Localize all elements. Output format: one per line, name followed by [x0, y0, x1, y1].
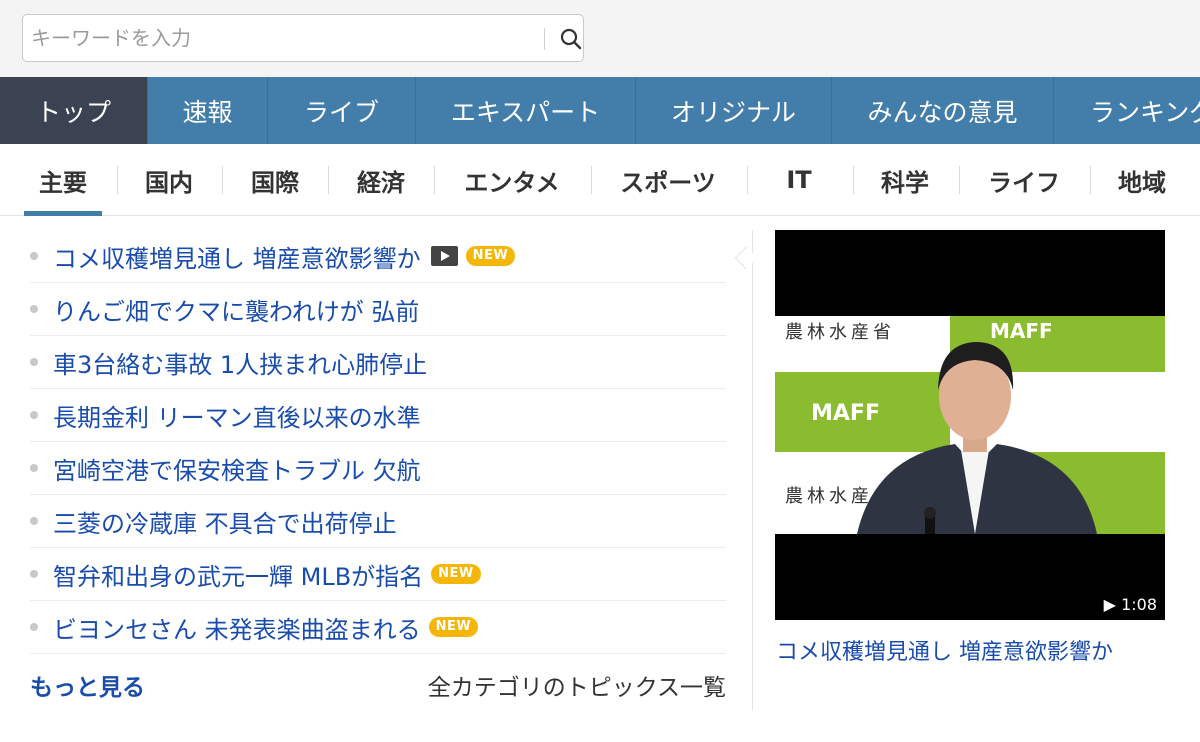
new-badge: NEW — [465, 246, 516, 266]
nav-tab-breaking[interactable]: 速報 — [148, 77, 268, 144]
backdrop-logo: MAFF — [990, 319, 1053, 343]
selection-pointer — [734, 246, 758, 270]
topic-title[interactable]: 宮崎空港で保安検査トラブル 欠航 — [53, 451, 421, 486]
bullet-icon — [30, 411, 38, 419]
category-separator — [328, 166, 329, 194]
category-tab-main[interactable]: 主要 — [24, 144, 102, 216]
bullet-icon — [30, 570, 38, 578]
video-thumbnail: 農林水産省 MAFF MAFF 農林水産省 — [775, 316, 1165, 534]
search-icon — [560, 28, 582, 50]
search-button[interactable] — [553, 21, 587, 55]
topic-item[interactable]: 長期金利 リーマン直後以来の水準 — [30, 389, 726, 442]
nav-tab-top[interactable]: トップ — [0, 77, 148, 144]
category-separator — [222, 166, 223, 194]
search-divider — [544, 28, 545, 50]
topic-item[interactable]: 三菱の冷蔵庫 不具合で出荷停止 — [30, 495, 726, 548]
category-separator — [591, 166, 592, 194]
category-separator — [1090, 166, 1091, 194]
topic-title[interactable]: 車3台絡む事故 1人挟まれ心肺停止 — [53, 345, 427, 380]
category-tab-entertainment[interactable]: エンタメ — [448, 144, 576, 216]
category-tab-economy[interactable]: 経済 — [344, 144, 418, 216]
nav-tab-live[interactable]: ライブ — [268, 77, 416, 144]
column-divider — [752, 230, 753, 710]
category-separator — [853, 166, 854, 194]
topic-item[interactable]: ビヨンセさん 未発表楽曲盗まれる NEW — [30, 601, 726, 654]
topic-title[interactable]: 智弁和出身の武元一輝 MLBが指名 — [53, 557, 423, 592]
backdrop-text: 農林水産省 — [785, 322, 895, 343]
search-box — [22, 14, 584, 62]
bullet-icon — [30, 517, 38, 525]
category-tab-it[interactable]: IT — [762, 144, 836, 216]
topic-title[interactable]: ビヨンセさん 未発表楽曲盗まれる — [53, 610, 421, 645]
category-tab-science[interactable]: 科学 — [868, 144, 942, 216]
category-separator — [117, 166, 118, 194]
nav-tab-opinions[interactable]: みんなの意見 — [832, 77, 1054, 144]
bullet-icon — [30, 464, 38, 472]
category-tab-sports[interactable]: スポーツ — [606, 144, 730, 216]
category-tab-world[interactable]: 国際 — [238, 144, 312, 216]
topic-item[interactable]: りんご畑でクマに襲われけが 弘前 — [30, 283, 726, 336]
topic-item[interactable]: 智弁和出身の武元一輝 MLBが指名 NEW — [30, 548, 726, 601]
new-badge: NEW — [428, 617, 479, 637]
bullet-icon — [30, 358, 38, 366]
nav-tab-ranking[interactable]: ランキング — [1054, 77, 1200, 144]
bullet-icon — [30, 252, 38, 260]
backdrop-logo: MAFF — [811, 401, 880, 426]
bullet-icon — [30, 305, 38, 313]
video-duration: ▶ 1:08 — [1103, 595, 1157, 614]
video-player[interactable]: 農林水産省 MAFF MAFF 農林水産省 ▶ 1:08 — [775, 230, 1165, 620]
topic-title[interactable]: りんご畑でクマに襲われけが 弘前 — [53, 292, 419, 327]
topic-list: コメ収穫増見通し 増産意欲影響か NEW りんご畑でクマに襲われけが 弘前 車3… — [30, 230, 726, 654]
content-area: コメ収穫増見通し 増産意欲影響か NEW りんご畑でクマに襲われけが 弘前 車3… — [0, 216, 1200, 742]
bullet-icon — [30, 623, 38, 631]
category-separator — [747, 166, 748, 194]
video-caption[interactable]: コメ収穫増見通し 増産意欲影響か — [776, 634, 1113, 666]
category-separator — [959, 166, 960, 194]
topic-title[interactable]: 長期金利 リーマン直後以来の水準 — [53, 398, 421, 433]
more-link[interactable]: もっと見る — [30, 668, 145, 702]
category-tab-local[interactable]: 地域 — [1104, 144, 1180, 216]
nav-tab-expert[interactable]: エキスパート — [416, 77, 636, 144]
topic-item[interactable]: コメ収穫増見通し 増産意欲影響か NEW — [30, 230, 726, 283]
search-area — [0, 0, 1200, 77]
search-input[interactable] — [31, 23, 521, 53]
topic-title[interactable]: コメ収穫増見通し 増産意欲影響か — [53, 239, 421, 274]
category-tab-life[interactable]: ライフ — [974, 144, 1074, 216]
all-topics-link[interactable]: 全カテゴリのトピックス一覧 — [428, 668, 726, 702]
topic-item[interactable]: 車3台絡む事故 1人挟まれ心肺停止 — [30, 336, 726, 389]
new-badge: NEW — [431, 564, 481, 584]
topic-title[interactable]: 三菱の冷蔵庫 不具合で出荷停止 — [53, 504, 397, 539]
category-tab-domestic[interactable]: 国内 — [132, 144, 206, 216]
main-nav: トップ 速報 ライブ エキスパート オリジナル みんなの意見 ランキング — [0, 77, 1200, 144]
category-separator — [434, 166, 435, 194]
topic-item[interactable]: 宮崎空港で保安検査トラブル 欠航 — [30, 442, 726, 495]
category-tabs: 主要 国内 国際 経済 エンタメ スポーツ IT 科学 ライフ 地域 — [0, 144, 1200, 216]
video-icon — [430, 246, 458, 266]
nav-tab-original[interactable]: オリジナル — [636, 77, 832, 144]
topic-footer: もっと見る 全カテゴリのトピックス一覧 — [30, 668, 726, 701]
